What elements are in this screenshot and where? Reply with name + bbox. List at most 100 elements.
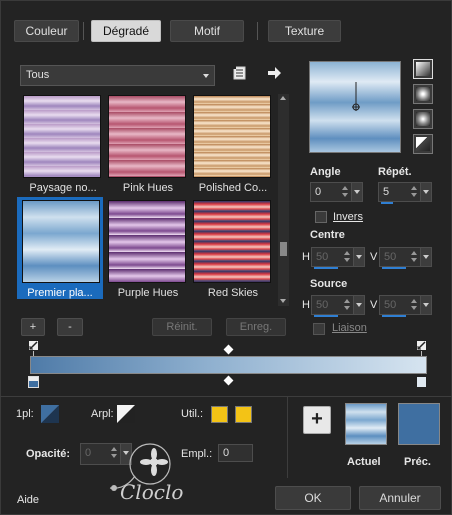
category-dropdown[interactable]: Tous: [20, 65, 215, 86]
gradient-thumbnail: [22, 200, 100, 283]
tab-separator: [83, 22, 84, 40]
angle-input[interactable]: 0: [310, 182, 363, 202]
tab-motif[interactable]: Motif: [170, 20, 244, 42]
ok-button[interactable]: OK: [275, 486, 351, 510]
source-label: Source: [310, 278, 348, 290]
color-stop-cap: [29, 377, 38, 381]
sunburst-style-button[interactable]: [413, 109, 433, 129]
spin-arrows-icon[interactable]: [344, 298, 352, 312]
arrow-right-icon[interactable]: [266, 65, 282, 81]
chevron-down-icon[interactable]: [351, 183, 362, 201]
gradient-thumbnail: [193, 200, 271, 283]
source-h-input[interactable]: 50: [311, 295, 365, 317]
center-v-level-bar: [382, 267, 406, 269]
chevron-down-icon[interactable]: [353, 248, 364, 266]
source-v-input[interactable]: 50: [379, 295, 432, 317]
center-h-level-bar: [314, 267, 338, 269]
tab-texture[interactable]: Texture: [268, 20, 341, 42]
gradient-thumbnail: [108, 200, 186, 283]
location-input[interactable]: 0: [218, 444, 253, 462]
chevron-down-icon[interactable]: [420, 296, 431, 314]
gradient-label: Premier pla...: [27, 287, 93, 299]
center-v-input[interactable]: 50: [379, 247, 432, 269]
tab-degrade[interactable]: Dégradé: [91, 20, 161, 42]
radial-style-button[interactable]: [413, 134, 433, 154]
user-color-swatch[interactable]: [211, 406, 228, 423]
opacity-label: Opacité:: [26, 448, 71, 460]
add-gradient-button[interactable]: +: [21, 318, 45, 336]
rectangular-style-button[interactable]: [413, 84, 433, 104]
invert-checkbox[interactable]: [315, 211, 327, 223]
gradient-label: Pink Hues: [122, 182, 174, 194]
help-link[interactable]: Aide: [17, 494, 39, 506]
previous-swatch[interactable]: [398, 403, 440, 445]
spin-arrows-icon[interactable]: [411, 185, 419, 199]
spin-arrows-icon[interactable]: [411, 250, 419, 264]
vertical-divider: [287, 396, 288, 478]
previous-label: Préc.: [404, 456, 431, 468]
back-plan-label: Arpl:: [91, 408, 114, 420]
gradient-preview[interactable]: [309, 61, 401, 153]
gradient-label: Red Skies: [207, 287, 259, 299]
radial-gradient-icon: [416, 137, 430, 151]
source-h-label: H: [302, 299, 310, 311]
angle-handle-icon[interactable]: [348, 82, 364, 114]
invert-label: Invers: [333, 211, 363, 223]
save-button[interactable]: Enreg.: [226, 318, 286, 336]
gradient-list: Paysage no... Pink Hues Polished Co... P…: [17, 95, 275, 305]
linear-gradient-icon: [416, 62, 430, 76]
gradient-item[interactable]: Polished Co...: [190, 95, 271, 197]
tab-couleur[interactable]: Couleur: [14, 20, 79, 42]
opacity-stop-marker[interactable]: [416, 340, 427, 351]
linear-style-button[interactable]: [413, 59, 433, 79]
scroll-down-icon[interactable]: [280, 299, 286, 303]
angle-value: 0: [315, 186, 322, 198]
link-label: Liaison: [332, 322, 367, 334]
color-stop-marker[interactable]: [28, 376, 39, 388]
book-icon[interactable]: [232, 65, 248, 81]
scrollbar-thumb[interactable]: [280, 242, 287, 256]
chevron-down-icon[interactable]: [420, 183, 431, 201]
gradient-item[interactable]: Purple Hues: [105, 200, 186, 302]
current-label: Actuel: [347, 456, 381, 468]
section-divider: [0, 396, 452, 397]
background-color-button[interactable]: [117, 405, 135, 423]
repeat-level-bar: [381, 202, 393, 204]
gradient-label: Purple Hues: [117, 287, 179, 299]
center-h-input[interactable]: 50: [311, 247, 365, 269]
remove-gradient-button[interactable]: -: [57, 318, 83, 336]
chevron-down-icon[interactable]: [420, 248, 431, 266]
repeat-label: Répét.: [378, 166, 412, 178]
watermark-text: Cloclo: [120, 480, 184, 504]
cancel-button[interactable]: Annuler: [359, 486, 441, 510]
reset-button[interactable]: Réinit.: [152, 318, 212, 336]
rectangular-gradient-icon: [416, 87, 430, 101]
spin-arrows-icon[interactable]: [344, 250, 352, 264]
spin-arrows-icon[interactable]: [342, 185, 350, 199]
tab-separator: [257, 22, 258, 40]
gradient-item-selected[interactable]: Premier pla...: [17, 197, 103, 299]
gradient-item[interactable]: Red Skies: [190, 200, 271, 302]
add-to-swatches-button[interactable]: +: [303, 406, 331, 434]
gradient-list-scrollbar[interactable]: [278, 94, 289, 306]
foreground-color-button[interactable]: [41, 405, 59, 423]
gradient-label: Polished Co...: [198, 182, 268, 194]
user-color-swatch[interactable]: [235, 406, 252, 423]
source-v-label: V: [370, 299, 378, 311]
scroll-up-icon[interactable]: [280, 96, 286, 100]
chevron-down-icon[interactable]: [353, 296, 364, 314]
gradient-editor-bar[interactable]: [30, 356, 427, 374]
center-v-value: 50: [384, 251, 397, 263]
center-v-label: V: [370, 251, 378, 263]
gradient-item[interactable]: Pink Hues: [105, 95, 186, 197]
repeat-input[interactable]: 5: [378, 182, 432, 204]
gradient-thumbnail: [108, 95, 186, 178]
opacity-stop-marker[interactable]: [28, 340, 39, 351]
category-dropdown-value: Tous: [26, 69, 50, 81]
spin-arrows-icon[interactable]: [411, 298, 419, 312]
color-stop-marker[interactable]: [416, 376, 427, 388]
link-checkbox[interactable]: [313, 323, 325, 335]
gradient-item[interactable]: Paysage no...: [20, 95, 101, 197]
source-h-value: 50: [316, 299, 329, 311]
current-swatch: [345, 403, 387, 445]
